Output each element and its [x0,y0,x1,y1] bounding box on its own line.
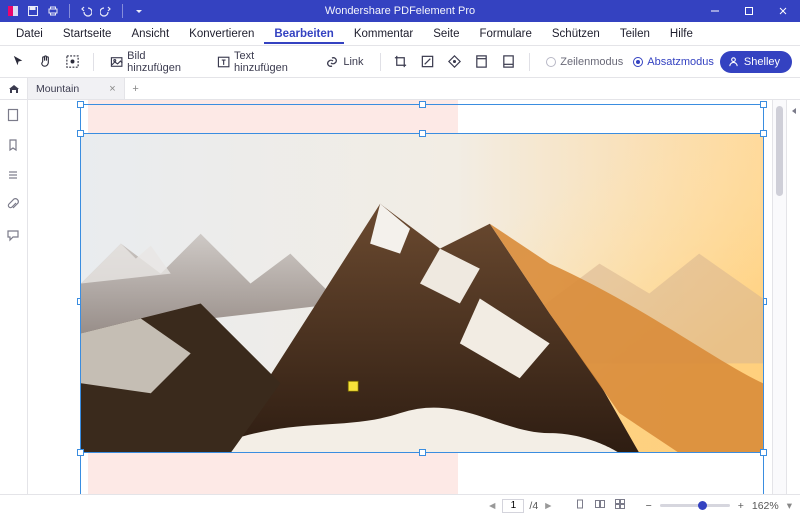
tab-close-icon[interactable]: × [109,83,115,95]
thumbnail-view-icon[interactable] [614,498,626,513]
resize-handle[interactable] [419,130,426,137]
background-tool-icon[interactable] [444,51,465,73]
bookmarks-panel-icon[interactable] [6,138,22,154]
single-page-view-icon[interactable] [574,498,586,513]
comments-panel-icon[interactable] [6,228,22,244]
right-panel-toggle[interactable] [786,100,800,494]
home-tab[interactable] [0,78,28,99]
resize-handle[interactable] [419,449,426,456]
save-icon[interactable] [26,4,40,18]
app-logo-icon [6,4,20,18]
menu-ansicht[interactable]: Ansicht [121,24,179,44]
resize-handle[interactable] [77,130,84,137]
edit-mode-group: Zeilenmodus Absatzmodus [546,56,714,68]
zoom-slider[interactable] [660,504,730,507]
menu-schuetzen[interactable]: Schützen [542,24,610,44]
page-total-label: /4 [529,500,538,512]
zoom-in-icon[interactable]: + [738,500,744,512]
scrollbar-thumb[interactable] [776,106,783,196]
undo-icon[interactable] [79,4,93,18]
document-tab-mountain[interactable]: Mountain × [28,78,125,99]
page-navigator: ◄ /4 ► [487,499,554,513]
menu-startseite[interactable]: Startseite [53,24,122,44]
line-mode-radio[interactable]: Zeilenmodus [546,56,623,68]
outline-panel-icon[interactable] [6,168,22,184]
resize-handle[interactable] [760,130,767,137]
menu-teilen[interactable]: Teilen [610,24,660,44]
resize-handle[interactable] [419,101,426,108]
link-button[interactable]: Link [319,50,369,74]
select-tool-icon[interactable] [8,51,29,73]
bates-tool-icon[interactable] [498,51,519,73]
resize-handle[interactable] [77,449,84,456]
page-number-input[interactable] [502,499,524,513]
menu-bearbeiten[interactable]: Bearbeiten [264,24,343,44]
document-canvas[interactable] [28,100,772,494]
view-mode-group [574,498,626,513]
add-image-button[interactable]: Bild hinzufügen [104,50,205,74]
watermark-tool-icon[interactable] [417,51,438,73]
add-image-label: Bild hinzufügen [127,50,199,74]
app-title: Wondershare PDFelement Pro [325,5,475,17]
zoom-out-icon[interactable]: − [646,500,652,512]
statusbar: ◄ /4 ► − + 162% ▾ [0,494,800,516]
vertical-scrollbar[interactable] [772,100,786,494]
link-label: Link [343,56,363,68]
minimize-button[interactable] [698,0,732,22]
menu-kommentar[interactable]: Kommentar [344,24,423,44]
resize-handle[interactable] [760,449,767,456]
selected-image[interactable] [80,133,764,453]
zoom-control: − + 162% ▾ [646,500,792,512]
menu-konvertieren[interactable]: Konvertieren [179,24,264,44]
document-tabstrip: Mountain × + [0,78,800,100]
user-name: Shelley [744,56,780,68]
menu-seite[interactable]: Seite [423,24,469,44]
zoom-percent-label: 162% [752,500,779,512]
redo-icon[interactable] [99,4,113,18]
user-account-button[interactable]: Shelley [720,51,792,73]
zoom-dropdown-icon[interactable]: ▾ [787,500,792,512]
menu-datei[interactable]: Datei [6,24,53,44]
header-footer-tool-icon[interactable] [471,51,492,73]
left-sidebar [0,100,28,494]
hand-tool-icon[interactable] [35,51,56,73]
close-button[interactable] [766,0,800,22]
main-workspace [0,100,800,494]
thumbnails-panel-icon[interactable] [6,108,22,124]
add-text-label: Text hinzufügen [234,50,307,74]
tab-label: Mountain [36,83,79,95]
titlebar: Wondershare PDFelement Pro [0,0,800,22]
crop-tool-icon[interactable] [390,51,411,73]
maximize-button[interactable] [732,0,766,22]
attachments-panel-icon[interactable] [6,198,22,214]
add-text-button[interactable]: Text hinzufügen [211,50,314,74]
prev-page-icon[interactable]: ◄ [487,500,497,512]
edit-toolbar: Bild hinzufügen Text hinzufügen Link Zei… [0,46,800,78]
zoom-slider-knob[interactable] [698,501,707,510]
next-page-icon[interactable]: ► [543,500,553,512]
edit-object-tool-icon[interactable] [62,51,83,73]
resize-handle[interactable] [77,101,84,108]
paragraph-mode-radio[interactable]: Absatzmodus [633,56,714,68]
mountain-photo-icon [81,134,763,453]
menu-formulare[interactable]: Formulare [469,24,541,44]
menubar: Datei Startseite Ansicht Konvertieren Be… [0,22,800,46]
dropdown-icon[interactable] [132,4,146,18]
menu-hilfe[interactable]: Hilfe [660,24,703,44]
print-icon[interactable] [46,4,60,18]
new-tab-button[interactable]: + [125,78,147,99]
resize-handle[interactable] [760,101,767,108]
two-page-view-icon[interactable] [594,498,606,513]
